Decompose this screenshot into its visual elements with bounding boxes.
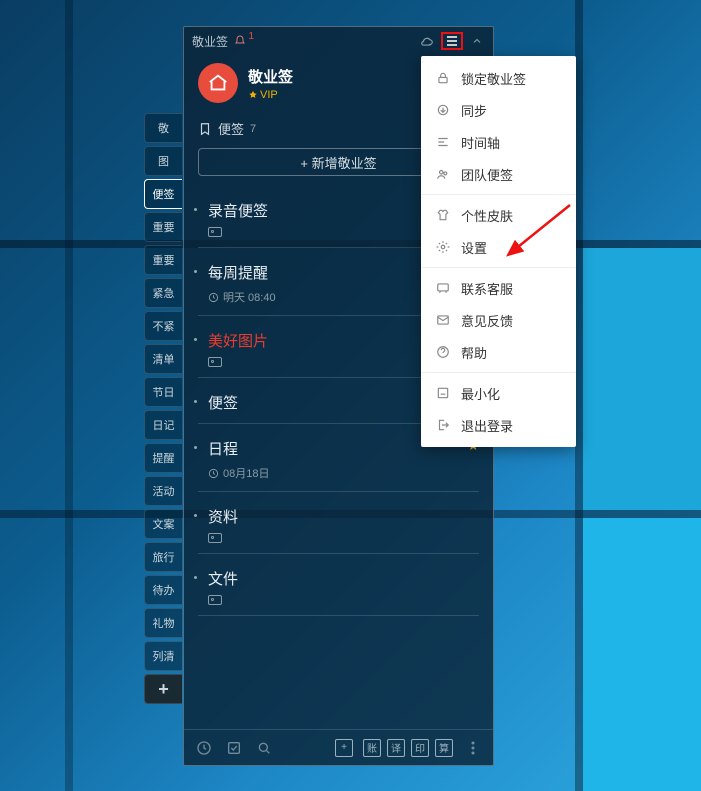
titlebar: 敬业签 1 — [184, 27, 493, 55]
side-tab[interactable]: 旅行 — [144, 542, 182, 572]
minimize-icon — [435, 385, 451, 401]
sync-icon — [435, 102, 451, 118]
menu-item-label: 联系客服 — [461, 279, 513, 298]
menu-item-label: 同步 — [461, 101, 487, 120]
menu-item-support[interactable]: 联系客服 — [421, 272, 576, 304]
drive-icon — [208, 533, 222, 543]
side-tab[interactable]: 不紧 — [144, 311, 182, 341]
menu-item-logout[interactable]: 退出登录 — [421, 409, 576, 441]
menu-item-settings[interactable]: 设置 — [421, 231, 576, 263]
menu-button[interactable] — [441, 32, 463, 50]
menu-item-label: 团队便签 — [461, 165, 513, 184]
chevron-up-icon[interactable] — [469, 33, 485, 49]
side-tabs: 敬图便签重要重要紧急不紧清单节日日记提醒活动文案旅行待办礼物列清+ — [144, 113, 182, 707]
section-count: 7 — [250, 123, 256, 135]
plus-box[interactable]: + — [335, 739, 353, 757]
side-tab[interactable]: 便签 — [144, 179, 182, 209]
brand-name: 敬业签 — [248, 66, 293, 87]
help-icon — [435, 344, 451, 360]
side-tab[interactable]: 重要 — [144, 212, 182, 242]
brand-logo — [198, 63, 238, 103]
note-subline — [198, 533, 479, 543]
skin-icon — [435, 207, 451, 223]
menu-item-label: 意见反馈 — [461, 311, 513, 330]
menu-item-team[interactable]: 团队便签 — [421, 158, 576, 190]
side-tab[interactable]: 待办 — [144, 575, 182, 605]
drive-icon — [208, 227, 222, 237]
menu-item-skin[interactable]: 个性皮肤 — [421, 199, 576, 231]
note-item[interactable]: 资料 — [198, 492, 479, 554]
feedback-icon — [435, 312, 451, 328]
support-icon — [435, 280, 451, 296]
menu-item-help[interactable]: 帮助 — [421, 336, 576, 368]
vip-badge: VIP — [248, 89, 293, 101]
clock-icon — [208, 292, 219, 303]
bottom-box[interactable]: 算 — [435, 739, 453, 757]
side-tab[interactable]: 礼物 — [144, 608, 182, 638]
note-item[interactable]: 文件 — [198, 554, 479, 616]
checkbox-icon[interactable] — [224, 738, 244, 758]
menu-item-label: 个性皮肤 — [461, 206, 513, 225]
side-tab[interactable]: 文案 — [144, 509, 182, 539]
side-tab[interactable]: 列清 — [144, 641, 182, 671]
side-tab[interactable]: 清单 — [144, 344, 182, 374]
note-title: 资料 — [198, 506, 479, 527]
menu-item-label: 时间轴 — [461, 133, 500, 152]
bottom-toolbar: + 账译印算 — [184, 729, 493, 765]
side-tab[interactable]: 节日 — [144, 377, 182, 407]
side-tab[interactable]: 活动 — [144, 476, 182, 506]
more-icon[interactable] — [463, 738, 483, 758]
settings-icon — [435, 239, 451, 255]
menu-item-label: 退出登录 — [461, 416, 513, 435]
bookmark-icon — [198, 122, 212, 136]
menu-item-timeline[interactable]: 时间轴 — [421, 126, 576, 158]
side-tab[interactable]: 敬 — [144, 113, 182, 143]
clock-icon — [208, 468, 219, 479]
drive-icon — [208, 357, 222, 367]
lock-icon — [435, 70, 451, 86]
side-tab[interactable]: 提醒 — [144, 443, 182, 473]
cloud-sync-icon[interactable] — [419, 33, 435, 49]
bottom-box[interactable]: 印 — [411, 739, 429, 757]
bottom-box[interactable]: 账 — [363, 739, 381, 757]
section-title: 便签 — [218, 119, 244, 138]
clock-icon[interactable] — [194, 738, 214, 758]
menu-item-feedback[interactable]: 意见反馈 — [421, 304, 576, 336]
menu-item-minimize[interactable]: 最小化 — [421, 377, 576, 409]
menu-item-label: 帮助 — [461, 343, 487, 362]
side-tab[interactable]: 日记 — [144, 410, 182, 440]
main-menu-dropdown: 锁定敬业签同步时间轴团队便签个性皮肤设置联系客服意见反馈帮助最小化退出登录 — [421, 56, 576, 447]
notification-icon[interactable]: 1 — [234, 35, 246, 47]
drive-icon — [208, 595, 222, 605]
menu-item-label: 锁定敬业签 — [461, 69, 526, 88]
logout-icon — [435, 417, 451, 433]
side-tab[interactable]: 重要 — [144, 245, 182, 275]
add-tab-button[interactable]: + — [144, 674, 182, 704]
note-subline — [198, 595, 479, 605]
app-name: 敬业签 — [192, 33, 228, 50]
menu-item-sync[interactable]: 同步 — [421, 94, 576, 126]
bottom-box[interactable]: 译 — [387, 739, 405, 757]
timeline-icon — [435, 134, 451, 150]
menu-item-lock[interactable]: 锁定敬业签 — [421, 62, 576, 94]
side-tab[interactable]: 图 — [144, 146, 182, 176]
note-subline: 08月18日 — [198, 465, 479, 481]
menu-item-label: 最小化 — [461, 384, 500, 403]
note-title: 文件 — [198, 568, 479, 589]
notification-count: 1 — [248, 31, 254, 42]
side-tab[interactable]: 紧急 — [144, 278, 182, 308]
menu-item-label: 设置 — [461, 238, 487, 257]
team-icon — [435, 166, 451, 182]
search-icon[interactable] — [254, 738, 274, 758]
